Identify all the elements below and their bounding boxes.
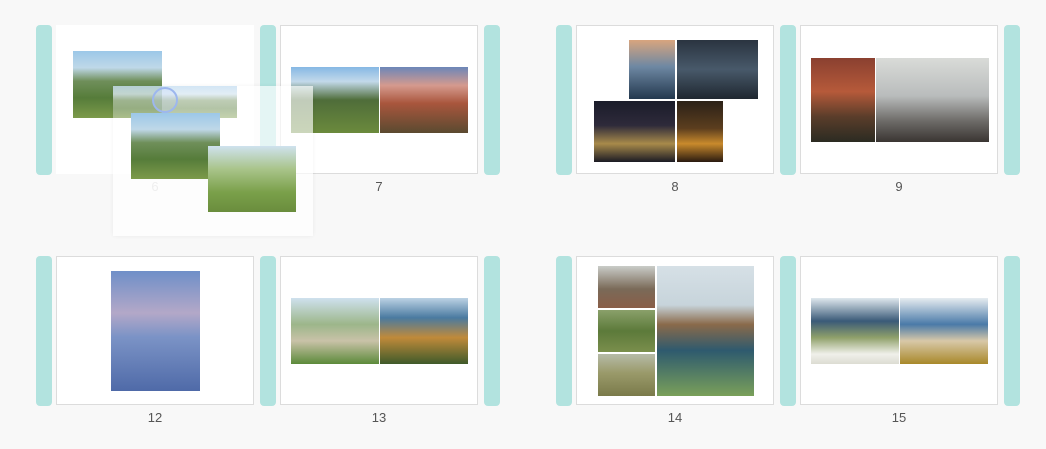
photo[interactable] bbox=[291, 298, 379, 364]
page-number: 13 bbox=[371, 410, 387, 425]
drag-handle-center[interactable] bbox=[780, 256, 796, 406]
page-9[interactable] bbox=[800, 25, 998, 174]
photo[interactable] bbox=[380, 67, 468, 133]
photo[interactable] bbox=[380, 298, 468, 364]
drag-handle-left[interactable] bbox=[36, 25, 52, 175]
photo[interactable] bbox=[657, 266, 754, 396]
drag-handle-center[interactable] bbox=[780, 25, 796, 175]
page-number: 15 bbox=[891, 410, 907, 425]
drag-handle-right[interactable] bbox=[484, 25, 500, 175]
page-13[interactable] bbox=[280, 256, 478, 405]
photo[interactable] bbox=[598, 310, 655, 352]
page-number: 9 bbox=[895, 179, 903, 194]
drag-handle-center[interactable] bbox=[260, 256, 276, 406]
photo bbox=[208, 146, 296, 212]
drag-handle-right[interactable] bbox=[1004, 256, 1020, 406]
drag-cursor-icon bbox=[152, 87, 178, 113]
page-15[interactable] bbox=[800, 256, 998, 405]
photo[interactable] bbox=[811, 298, 899, 364]
drag-handle-right[interactable] bbox=[484, 256, 500, 406]
page-14[interactable] bbox=[576, 256, 774, 405]
photo[interactable] bbox=[598, 266, 655, 308]
page-12[interactable] bbox=[56, 256, 254, 405]
drag-handle-right[interactable] bbox=[1004, 25, 1020, 175]
photo bbox=[131, 113, 220, 179]
page-number: 8 bbox=[671, 179, 679, 194]
page-number: 7 bbox=[375, 179, 383, 194]
photo[interactable] bbox=[594, 101, 675, 162]
dragged-page-ghost[interactable] bbox=[113, 86, 313, 236]
photo[interactable] bbox=[629, 40, 675, 99]
photo[interactable] bbox=[111, 271, 200, 391]
photo[interactable] bbox=[876, 58, 989, 142]
photo[interactable] bbox=[598, 354, 655, 396]
photo[interactable] bbox=[811, 58, 875, 142]
drag-handle-left[interactable] bbox=[36, 256, 52, 406]
drag-handle-left[interactable] bbox=[556, 256, 572, 406]
photo[interactable] bbox=[677, 101, 723, 162]
page-8[interactable] bbox=[576, 25, 774, 174]
drag-handle-left[interactable] bbox=[556, 25, 572, 175]
page-number: 12 bbox=[147, 410, 163, 425]
photo[interactable] bbox=[677, 40, 758, 99]
page-number: 14 bbox=[667, 410, 683, 425]
photo[interactable] bbox=[900, 298, 988, 364]
